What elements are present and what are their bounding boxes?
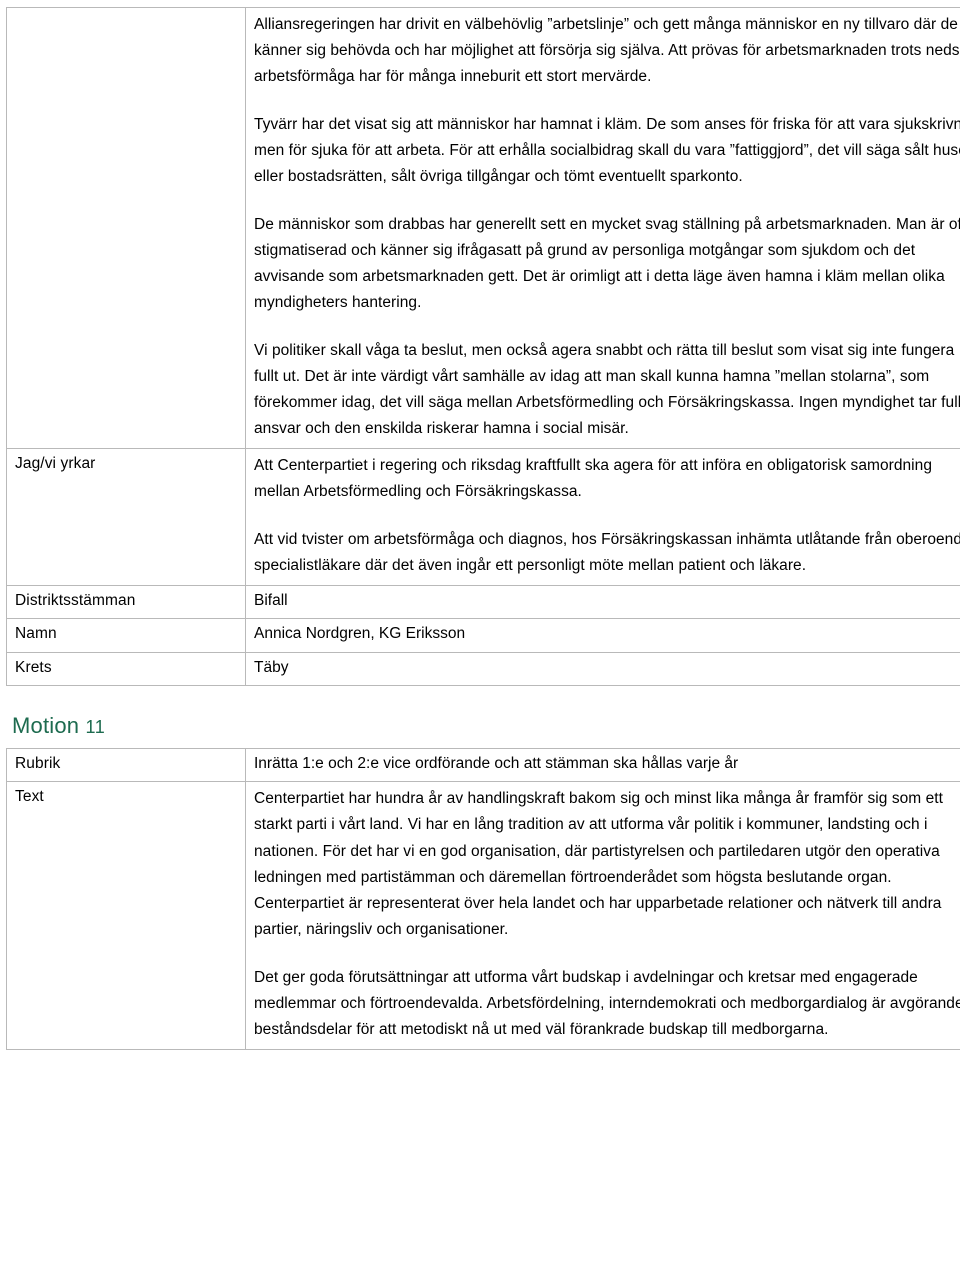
row-value-cell: Alliansregeringen har drivit en välbehöv… xyxy=(245,6,960,450)
distriktsstamman-value: Bifall xyxy=(254,591,288,609)
row-value-cell: Centerpartiet har hundra år av handlings… xyxy=(245,781,960,1050)
row-value-cell: Täby xyxy=(245,651,960,686)
krets-value: Täby xyxy=(254,658,289,676)
table-row: Namn Annica Nordgren, KG Eriksson xyxy=(6,618,960,653)
row-value-cell: Bifall xyxy=(245,584,960,620)
table-row: Distriktsstämman Bifall xyxy=(6,584,960,620)
paragraph: Att vid tvister om arbetsförmåga och dia… xyxy=(254,530,960,574)
row-label-jag-vi-yrkar: Jag/vi yrkar xyxy=(15,455,96,473)
row-label-cell: Jag/vi yrkar xyxy=(6,448,246,586)
table-row: Alliansregeringen har drivit en välbehöv… xyxy=(6,6,960,450)
row-value-cell: Annica Nordgren, KG Eriksson xyxy=(245,618,960,653)
paragraph: Vi politiker skall våga ta beslut, men o… xyxy=(254,342,960,438)
row-label-cell: Namn xyxy=(6,618,246,653)
row-label-distriktsstamman: Distriktsstämman xyxy=(15,591,136,609)
paragraph: Tyvärr har det visat sig att människor h… xyxy=(254,116,960,186)
row-label-krets: Krets xyxy=(15,658,52,676)
motion-heading-number: 11 xyxy=(85,716,106,737)
row-value-cell: Inrätta 1:e och 2:e vice ordförande och … xyxy=(245,747,960,783)
table-row: Krets Täby xyxy=(6,651,960,686)
row-label-namn: Namn xyxy=(15,625,57,643)
paragraph: Att Centerpartiet i regering och riksdag… xyxy=(254,457,933,501)
paragraph: Alliansregeringen har drivit en välbehöv… xyxy=(254,16,960,86)
row-value-cell: Att Centerpartiet i regering och riksdag… xyxy=(245,448,960,586)
row-label-cell: Krets xyxy=(6,651,246,686)
motion-continuation-table: Alliansregeringen har drivit en välbehöv… xyxy=(6,6,960,686)
row-label-cell: Distriktsstämman xyxy=(6,584,246,620)
rubrik-value: Inrätta 1:e och 2:e vice ordförande och … xyxy=(254,754,739,772)
motion-11-body-text: Centerpartiet har hundra år av handlings… xyxy=(254,786,960,1042)
row-label-cell: Rubrik xyxy=(6,747,246,783)
paragraph: Centerpartiet har hundra år av handlings… xyxy=(254,790,943,938)
namn-value: Annica Nordgren, KG Eriksson xyxy=(254,625,466,643)
table-row: Rubrik Inrätta 1:e och 2:e vice ordföran… xyxy=(6,747,960,783)
paragraph: Det ger goda förutsättningar att utforma… xyxy=(254,968,960,1038)
table-row: Text Centerpartiet har hundra år av hand… xyxy=(6,781,960,1050)
motion-heading: Motion 11 xyxy=(12,713,952,739)
motion-11-table: Rubrik Inrätta 1:e och 2:e vice ordföran… xyxy=(6,747,960,1050)
row-label-text: Text xyxy=(15,788,44,806)
table-row: Jag/vi yrkar Att Centerpartiet i regerin… xyxy=(6,448,960,586)
row-label-rubrik: Rubrik xyxy=(15,754,61,772)
row-label-cell: Text xyxy=(6,781,246,1050)
paragraph: De människor som drabbas har generellt s… xyxy=(254,216,960,312)
row-label-cell xyxy=(6,6,246,450)
document-page: Alliansregeringen har drivit en välbehöv… xyxy=(0,0,960,1264)
yrkande-text: Att Centerpartiet i regering och riksdag… xyxy=(254,453,960,578)
motion-heading-word: Motion xyxy=(12,712,80,738)
motion-body-text: Alliansregeringen har drivit en välbehöv… xyxy=(254,12,960,442)
